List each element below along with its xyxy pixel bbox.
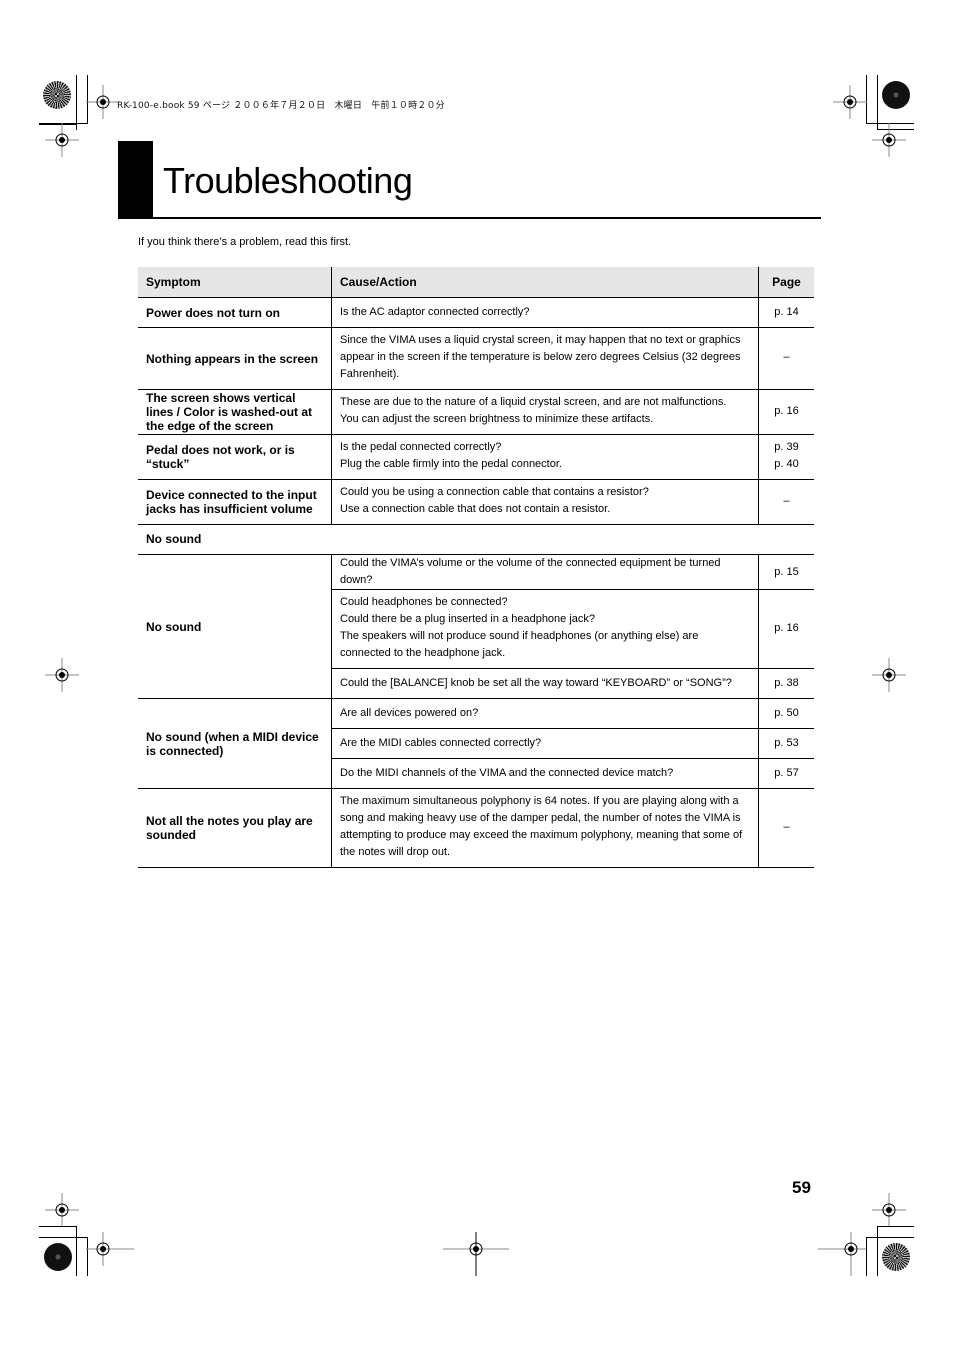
cause-line: Could you be using a connection cable th… — [340, 486, 649, 498]
symptom-cell: Nothing appears in the screen — [146, 351, 319, 366]
page-reference-cell: – — [758, 788, 814, 868]
page-reference-cell: p. 57 — [758, 758, 814, 789]
title-accent-bar — [118, 141, 153, 218]
troubleshooting-table: Symptom Cause/Action Page Power does not… — [138, 267, 814, 868]
header-symptom: Symptom — [138, 267, 332, 298]
table-row: Not all the notes you play are sounded Th… — [138, 788, 814, 868]
table-row: No sound (when a MIDI device is connecte… — [138, 698, 814, 758]
crosshair-icon — [86, 1232, 134, 1266]
crosshair-icon — [818, 1232, 866, 1276]
page-reference-cell: p. 53 — [758, 728, 814, 759]
registration-target-icon — [43, 81, 71, 109]
crosshair-icon — [872, 658, 906, 692]
title-divider — [118, 217, 821, 219]
page-reference-cell: p. 50 — [758, 698, 814, 729]
cause-cell: Are all devices powered on? — [331, 698, 759, 729]
crosshair-icon — [45, 123, 79, 157]
cause-cell: These are due to the nature of a liquid … — [331, 389, 759, 435]
cause-cell: Could the VIMA’s volume or the volume of… — [331, 554, 759, 590]
cause-cell: Could you be using a connection cable th… — [331, 479, 759, 525]
symptom-cell: Pedal does not work, or is “stuck” — [146, 443, 295, 471]
crosshair-icon — [872, 123, 906, 157]
crosshair-icon — [443, 1232, 509, 1276]
cause-line: Are all devices powered on? — [340, 707, 479, 719]
page-reference-cell: p. 16 — [758, 589, 814, 669]
table-row: The screen shows vertical lines / Color … — [138, 389, 814, 435]
symptom-cell: Not all the notes you play are sounded — [146, 814, 313, 842]
symptom-cell: The screen shows vertical lines / Color … — [146, 391, 313, 433]
registration-target-icon — [882, 1243, 910, 1271]
cause-line: Do the MIDI channels of the VIMA and the… — [340, 767, 674, 779]
page-reference: p. 39 — [774, 441, 799, 453]
cause-cell: Do the MIDI channels of the VIMA and the… — [331, 758, 759, 789]
crosshair-icon — [86, 85, 120, 119]
cause-line: You can adjust the screen brightness to … — [340, 413, 654, 425]
symptom-cell: No sound — [146, 619, 202, 634]
cause-line: Is the pedal connected correctly? — [340, 441, 502, 453]
cause-line: Plug the cable firmly into the pedal con… — [340, 458, 562, 470]
page-reference-cell: p. 39 p. 40 — [758, 434, 814, 480]
cause-line: Could the [BALANCE] knob be set all the … — [340, 677, 732, 689]
table-row: No sound Could the VIMA’s volume or the v… — [138, 554, 814, 634]
cause-line: Could headphones be connected? — [340, 596, 508, 608]
section-heading: No sound — [146, 532, 202, 546]
table-row: Device connected to the input jacks has … — [138, 479, 814, 525]
cause-cell: Could headphones be connected? Could ther… — [331, 589, 759, 669]
header-cause: Cause/Action — [331, 267, 759, 298]
page-reference: p. 40 — [774, 458, 799, 470]
cause-line: Is the AC adaptor connected correctly? — [340, 306, 530, 318]
table-row: Pedal does not work, or is “stuck” Is the… — [138, 434, 814, 480]
cause-cell: Is the pedal connected correctly? Plug th… — [331, 434, 759, 480]
header-page: Page — [758, 267, 814, 298]
page-reference-cell: p. 15 — [758, 554, 814, 590]
table-header-row: Symptom Cause/Action Page — [138, 267, 814, 298]
crosshair-icon — [45, 1193, 79, 1227]
page-reference-cell: p. 38 — [758, 668, 814, 699]
cause-line: Could there be a plug inserted in a head… — [340, 613, 596, 625]
cause-line: Use a connection cable that does not con… — [340, 503, 611, 515]
page-number: 59 — [792, 1178, 811, 1197]
crosshair-icon — [45, 658, 79, 692]
table-row: Nothing appears in the screen Since the V… — [138, 327, 814, 390]
cause-line: The speakers will not produce sound if h… — [340, 630, 699, 659]
print-header: RK-100-e.book 59 ページ ２００６年７月２０日 木曜日 午前１０… — [117, 101, 445, 111]
symptom-cell: Power does not turn on — [146, 305, 280, 320]
cause-line: Are the MIDI cables connected correctly? — [340, 737, 542, 749]
cause-cell: Are the MIDI cables connected correctly? — [331, 728, 759, 759]
cause-cell: Since the VIMA uses a liquid crystal scr… — [331, 327, 759, 390]
crosshair-icon — [833, 85, 867, 119]
intro-text: If you think there’s a problem, read thi… — [138, 236, 352, 248]
cause-line: Since the VIMA uses a liquid crystal scr… — [340, 334, 741, 380]
registration-target-icon — [882, 81, 910, 109]
cause-line: The maximum simultaneous polyphony is 64… — [340, 795, 743, 858]
cause-cell: The maximum simultaneous polyphony is 64… — [331, 788, 759, 868]
section-heading-row: No sound — [138, 524, 814, 555]
page-reference-cell: p. 16 — [758, 389, 814, 435]
page-reference-cell: – — [758, 327, 814, 390]
table-row: Power does not turn on Is the AC adaptor … — [138, 297, 814, 328]
page-reference-cell: p. 14 — [758, 297, 814, 328]
page-title: Troubleshooting — [163, 160, 413, 201]
page-reference-cell: – — [758, 479, 814, 525]
cause-line: These are due to the nature of a liquid … — [340, 396, 727, 408]
symptom-cell: Device connected to the input jacks has … — [146, 488, 317, 516]
symptom-cell: No sound (when a MIDI device is connecte… — [146, 729, 319, 758]
registration-target-icon — [44, 1243, 72, 1271]
crosshair-icon — [872, 1193, 906, 1227]
cause-line: Could the VIMA’s volume or the volume of… — [340, 557, 721, 586]
cause-cell: Could the [BALANCE] knob be set all the … — [331, 668, 759, 699]
cause-cell: Is the AC adaptor connected correctly? — [331, 297, 759, 328]
